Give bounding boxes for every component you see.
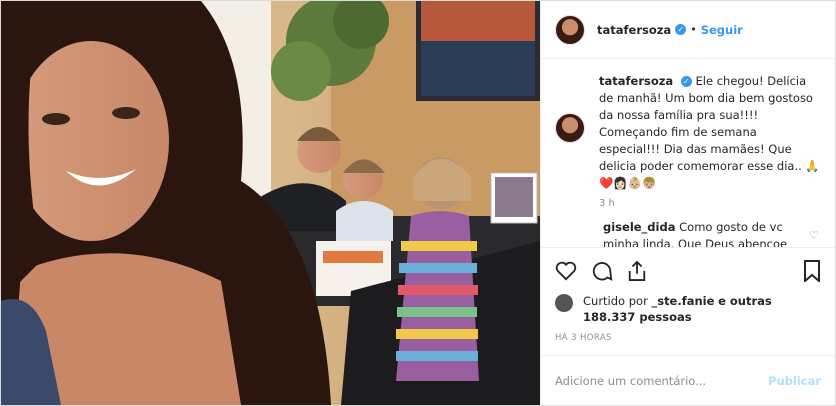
comment-item: gisele_dida Como gosto de vc minha linda… bbox=[555, 219, 821, 247]
family-selfie-image bbox=[1, 1, 540, 405]
comment-icon[interactable] bbox=[591, 260, 613, 282]
likes-summary: Curtido por _ste.fanie e outras 188.337 … bbox=[541, 293, 835, 325]
post-details-panel: tatafersoza ✓ • Seguir tatafersoza ✓ Ele… bbox=[540, 1, 835, 405]
caption-text: Ele chegou! Delícia de manhã! Um bom dia… bbox=[599, 74, 820, 190]
verified-icon: ✓ bbox=[675, 24, 687, 35]
caption-time[interactable]: 3 h bbox=[599, 198, 821, 209]
comment-like-icon[interactable]: ♡ bbox=[809, 227, 819, 244]
add-comment-bar: Adicione um comentário... Publicar bbox=[541, 355, 835, 405]
author-username[interactable]: tatafersoza bbox=[597, 23, 671, 37]
likes-text: Curtido por _ste.fanie e outras 188.337 … bbox=[583, 293, 821, 325]
comment-input[interactable]: Adicione um comentário... bbox=[555, 374, 768, 388]
liked-by-username[interactable]: _ste.fanie bbox=[651, 294, 714, 308]
caption-username[interactable]: tatafersoza bbox=[599, 74, 673, 88]
post-photo[interactable] bbox=[1, 1, 540, 405]
instagram-post-modal: tatafersoza ✓ • Seguir tatafersoza ✓ Ele… bbox=[0, 0, 836, 406]
comments-list[interactable]: tatafersoza ✓ Ele chegou! Delícia de man… bbox=[541, 59, 835, 247]
caption-avatar[interactable] bbox=[555, 113, 585, 143]
bookmark-icon[interactable] bbox=[803, 259, 821, 282]
comment-body: gisele_dida Como gosto de vc minha linda… bbox=[603, 219, 821, 247]
caption: tatafersoza ✓ Ele chegou! Delícia de man… bbox=[555, 73, 821, 209]
verified-icon: ✓ bbox=[680, 76, 692, 87]
share-icon[interactable] bbox=[627, 260, 647, 282]
post-time[interactable]: HÁ 3 HORAS bbox=[541, 325, 835, 355]
heart-icon[interactable] bbox=[555, 261, 577, 281]
author-avatar[interactable] bbox=[555, 14, 585, 45]
separator-dot: • bbox=[690, 23, 697, 36]
comment-username[interactable]: gisele_dida bbox=[603, 220, 675, 234]
liked-by-label: Curtido por bbox=[583, 294, 648, 308]
follow-button[interactable]: Seguir bbox=[701, 23, 743, 37]
caption-body: tatafersoza ✓ Ele chegou! Delícia de man… bbox=[599, 73, 821, 192]
liker-avatar[interactable] bbox=[555, 294, 573, 312]
publish-button[interactable]: Publicar bbox=[768, 374, 821, 388]
action-bar bbox=[541, 247, 835, 293]
post-header: tatafersoza ✓ • Seguir bbox=[541, 1, 835, 59]
